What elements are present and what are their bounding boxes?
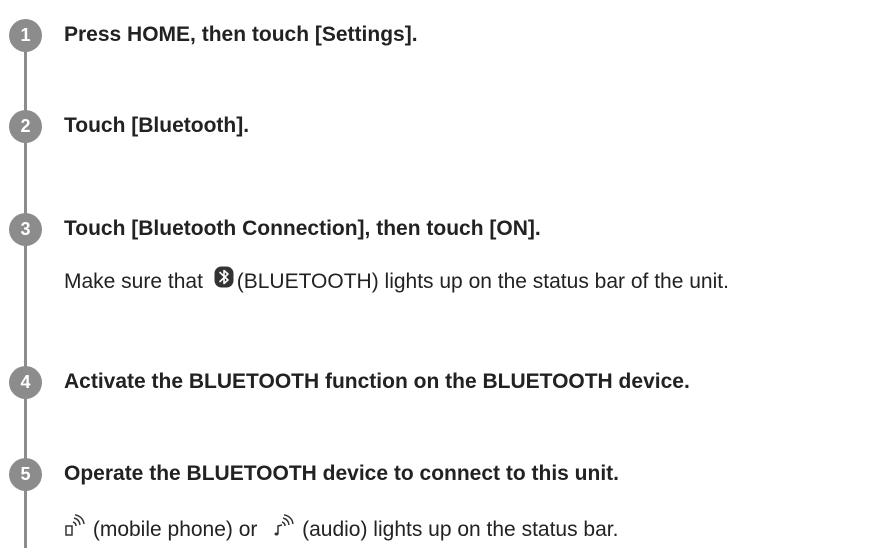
note-suffix: (BLUETOOTH) lights up on the status bar …	[236, 270, 729, 294]
step-number-badge: 1	[9, 19, 42, 52]
step-title: Activate the BLUETOOTH function on the B…	[64, 370, 690, 393]
step-note: Make sure that (BLUETOOTH) lights up on …	[64, 266, 729, 297]
bluetooth-icon	[214, 266, 234, 295]
step-title: Press HOME, then touch [Settings].	[64, 23, 418, 46]
step-number-badge: 3	[9, 213, 42, 246]
step-number-badge: 5	[9, 458, 42, 491]
audio-icon	[273, 514, 295, 543]
note-prefix: Make sure that	[64, 270, 209, 294]
step-title: Touch [Bluetooth].	[64, 114, 250, 137]
step-title: Operate the BLUETOOTH device to connect …	[64, 462, 620, 485]
step-note: (mobile phone) or (audio) lights up on t…	[64, 514, 619, 545]
note-part1: (mobile phone) or	[87, 518, 264, 542]
step-number-badge: 2	[9, 110, 42, 143]
procedure-steps: 1 Press HOME, then touch [Settings]. 2 T…	[0, 0, 888, 548]
mobile-phone-icon	[64, 514, 86, 543]
step-title: Touch [Bluetooth Connection], then touch…	[64, 217, 541, 240]
note-part2: (audio) lights up on the status bar.	[296, 518, 619, 542]
step-number-badge: 4	[9, 366, 42, 399]
